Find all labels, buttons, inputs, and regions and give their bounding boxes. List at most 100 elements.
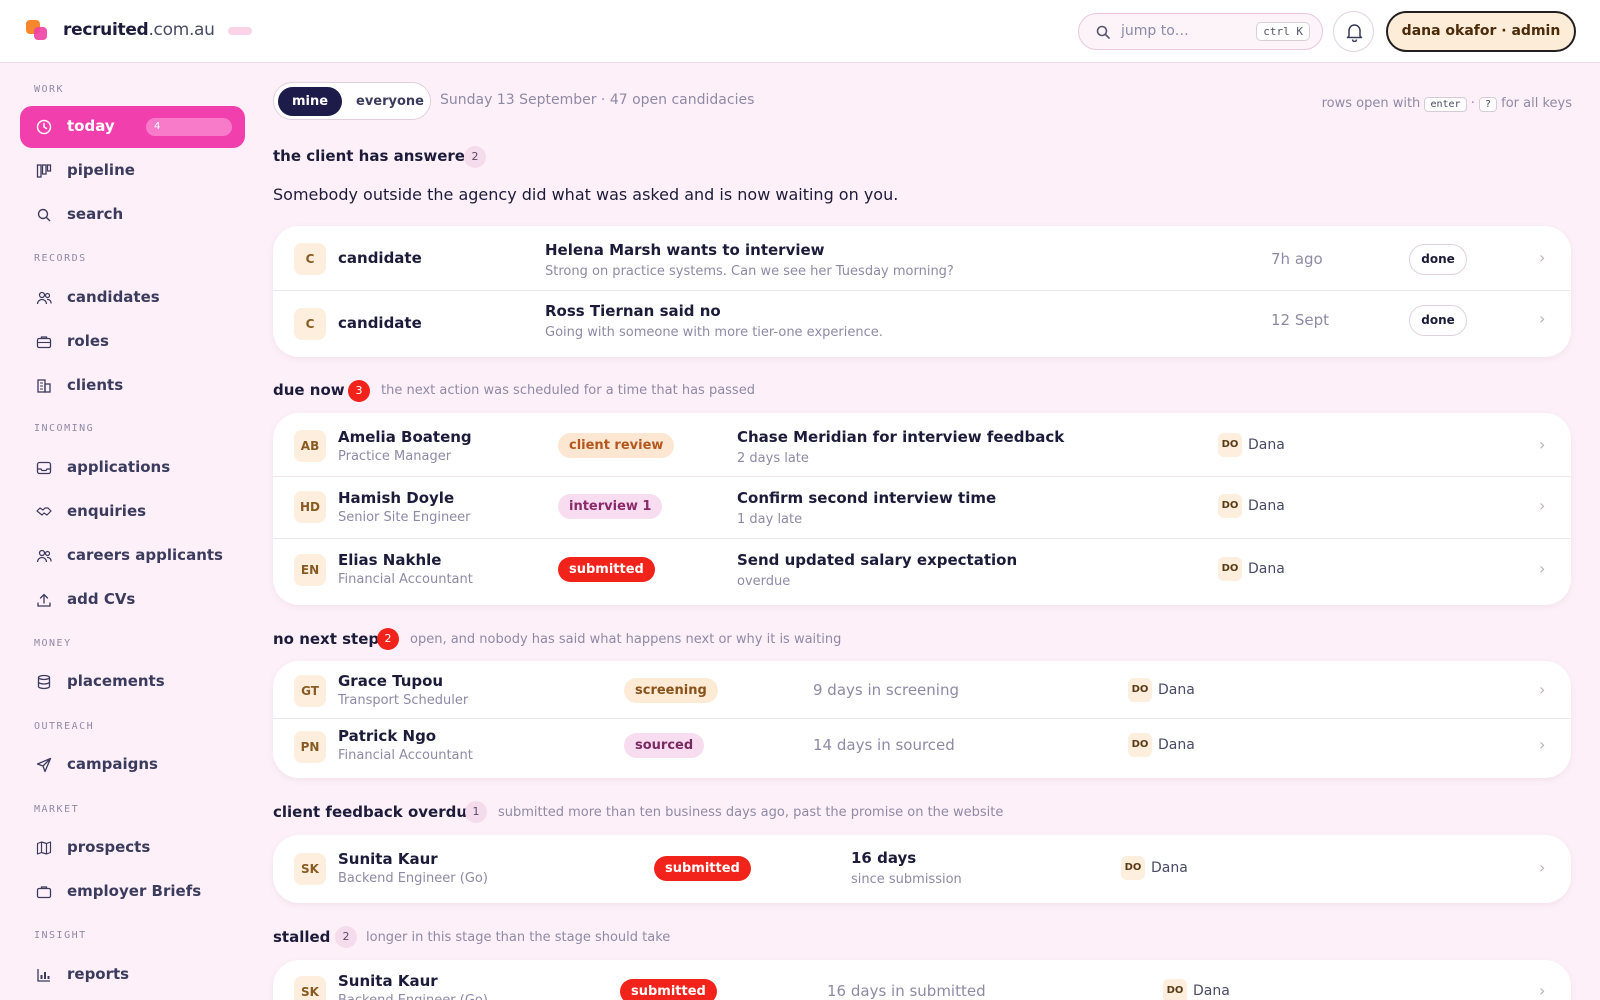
- sidebar-item-search[interactable]: search: [20, 194, 245, 236]
- stage-age: 16 days in submitted: [827, 982, 986, 1000]
- sidebar-item-today[interactable]: today 4: [20, 106, 245, 148]
- done-button[interactable]: done: [1409, 244, 1467, 275]
- search-icon: [37, 208, 51, 222]
- table-row[interactable]: HD Hamish Doyle Senior Site Engineer int…: [273, 477, 1571, 539]
- notifications-button[interactable]: [1333, 11, 1374, 52]
- sidebar-item-reports[interactable]: reports: [20, 954, 245, 996]
- owner: DO Dana: [1163, 979, 1230, 1000]
- task-title: Send updated salary expectation: [737, 551, 1018, 569]
- sidebar-item-placements[interactable]: placements: [20, 661, 245, 703]
- list-item[interactable]: C candidate Ross Tiernan said no Going w…: [273, 291, 1571, 357]
- due-now-card: AB Amelia Boateng Practice Manager clien…: [273, 413, 1571, 605]
- stage-badge: interview 1: [558, 494, 663, 519]
- date-summary: Sunday 13 September · 47 open candidacie…: [440, 92, 755, 108]
- feedback-overdue-card: SK Sunita Kaur Backend Engineer (Go) sub…: [273, 835, 1571, 903]
- chevron-right-icon: ›: [1539, 248, 1546, 267]
- keys-hint-pre: rows open with: [1321, 96, 1421, 111]
- bar-chart-icon: [37, 969, 50, 982]
- group-description: submitted more than ten business days ag…: [498, 805, 1004, 820]
- sidebar-item-add-cvs[interactable]: add CVs: [20, 579, 245, 621]
- sidebar-item-careers-applicants[interactable]: careers applicants: [20, 535, 245, 577]
- upload-icon: [37, 593, 51, 607]
- candidate-name: Sunita Kaur: [338, 972, 438, 990]
- help-key: ?: [1478, 97, 1497, 112]
- section-records: RECORDS: [34, 253, 87, 264]
- filter-mine-button[interactable]: mine: [278, 87, 342, 116]
- sidebar-item-label: pipeline: [67, 161, 135, 179]
- avatar: PN: [294, 731, 326, 763]
- sidebar: WORK today 4 pipeline search RECORDS can…: [0, 63, 256, 1000]
- map-icon: [36, 841, 52, 855]
- done-button[interactable]: done: [1409, 305, 1467, 336]
- owner-name: Dana: [1193, 983, 1230, 999]
- owner-avatar: DO: [1128, 678, 1152, 702]
- sidebar-item-roles[interactable]: roles: [20, 321, 245, 363]
- owner-name: Dana: [1151, 860, 1188, 876]
- briefcase-icon: [36, 336, 52, 349]
- sidebar-item-label: campaigns: [67, 755, 158, 773]
- stage-badge: submitted: [558, 557, 655, 582]
- section-work: WORK: [34, 84, 65, 95]
- owner: DO Dana: [1218, 433, 1285, 457]
- row-kind: candidate: [338, 314, 422, 332]
- sidebar-item-label: employer Briefs: [67, 882, 202, 900]
- sidebar-item-pipeline[interactable]: pipeline: [20, 150, 245, 192]
- owner-avatar: DO: [1218, 433, 1242, 457]
- users-icon: [36, 291, 52, 305]
- avatar: GT: [294, 675, 326, 707]
- owner-avatar: DO: [1218, 494, 1242, 518]
- owner-name: Dana: [1248, 437, 1285, 453]
- sidebar-item-candidates[interactable]: candidates: [20, 277, 245, 319]
- days-since-label: since submission: [851, 872, 962, 887]
- group-count-badge: 2: [464, 146, 486, 168]
- filter-everyone-button[interactable]: everyone: [354, 87, 426, 116]
- table-row[interactable]: EN Elias Nakhle Financial Accountant sub…: [273, 539, 1571, 605]
- no-next-step-card: GT Grace Tupou Transport Scheduler scree…: [273, 661, 1571, 778]
- sidebar-item-applications[interactable]: applications: [20, 447, 245, 489]
- today-count-badge: 4: [146, 118, 232, 136]
- owner-name: Dana: [1158, 682, 1195, 698]
- table-row[interactable]: SK Sunita Kaur Backend Engineer (Go) sub…: [273, 960, 1571, 1000]
- sidebar-item-label: prospects: [67, 838, 151, 856]
- environment-pill: [228, 27, 252, 35]
- group-title-feedback-overdue: client feedback overdue: [273, 803, 478, 821]
- stage-badge: screening: [624, 678, 718, 703]
- sidebar-item-label: search: [67, 205, 124, 223]
- candidate-role: Practice Manager: [338, 449, 452, 464]
- table-row[interactable]: PN Patrick Ngo Financial Accountant sour…: [273, 719, 1571, 778]
- table-row[interactable]: SK Sunita Kaur Backend Engineer (Go) sub…: [273, 835, 1571, 903]
- sidebar-item-label: enquiries: [67, 502, 147, 520]
- search-input[interactable]: jump to… ctrl K: [1078, 13, 1323, 50]
- owner-name: Dana: [1248, 561, 1285, 577]
- send-icon: [36, 757, 52, 773]
- brand-logo-icon[interactable]: [26, 20, 48, 42]
- group-title-answered: the client has answered: [273, 147, 476, 165]
- avatar: AB: [294, 430, 326, 462]
- user-menu-button[interactable]: dana okafor · admin: [1386, 11, 1576, 52]
- brand-name[interactable]: recruited.com.au: [63, 20, 215, 40]
- stalled-card: SK Sunita Kaur Backend Engineer (Go) sub…: [273, 960, 1571, 1000]
- keyboard-hint: rows open with enter · ? for all keys: [1321, 96, 1572, 112]
- candidate-role: Financial Accountant: [338, 572, 473, 587]
- list-item[interactable]: C candidate Helena Marsh wants to interv…: [273, 226, 1571, 291]
- top-bar: recruited.com.au jump to… ctrl K dana ok…: [0, 0, 1600, 63]
- sidebar-item-enquiries[interactable]: enquiries: [20, 491, 245, 533]
- candidate-name: Elias Nakhle: [338, 551, 442, 569]
- candidate-name: Patrick Ngo: [338, 727, 437, 745]
- answered-card: C candidate Helena Marsh wants to interv…: [273, 226, 1571, 357]
- brand-name-bold: recruited: [63, 20, 149, 40]
- task-title: Confirm second interview time: [737, 489, 997, 507]
- search-placeholder: jump to…: [1121, 23, 1189, 39]
- task-lateness: 1 day late: [737, 512, 803, 527]
- avatar: EN: [294, 554, 326, 586]
- sidebar-item-employer-briefs[interactable]: employer Briefs: [20, 871, 245, 913]
- sidebar-item-prospects[interactable]: prospects: [20, 827, 245, 869]
- task-title: Chase Meridian for interview feedback: [737, 428, 1065, 446]
- sidebar-item-campaigns[interactable]: campaigns: [20, 744, 245, 786]
- sidebar-item-label: careers applicants: [67, 546, 223, 564]
- owner: DO Dana: [1128, 678, 1195, 702]
- table-row[interactable]: AB Amelia Boateng Practice Manager clien…: [273, 413, 1571, 477]
- sidebar-item-clients[interactable]: clients: [20, 365, 245, 407]
- table-row[interactable]: GT Grace Tupou Transport Scheduler scree…: [273, 661, 1571, 719]
- owner: DO Dana: [1218, 557, 1285, 581]
